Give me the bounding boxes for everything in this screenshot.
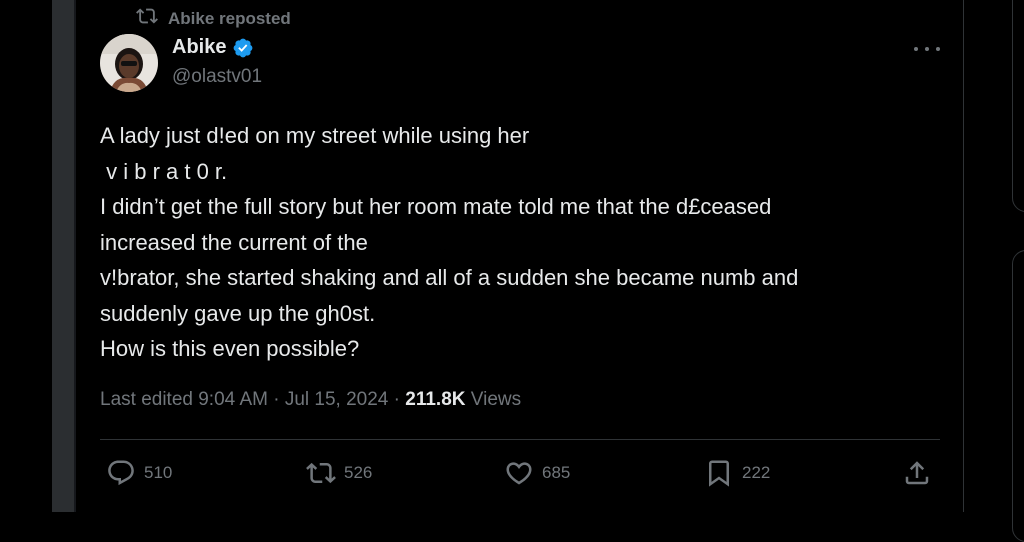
like-button[interactable]: 685 bbox=[504, 458, 570, 488]
action-bar: 510 526 685 222 bbox=[106, 458, 940, 496]
left-column-edge bbox=[74, 0, 76, 512]
bookmark-count: 222 bbox=[742, 463, 771, 482]
reply-button[interactable]: 510 bbox=[106, 458, 172, 488]
repost-button[interactable]: 526 bbox=[306, 458, 372, 488]
verified-badge-icon bbox=[232, 37, 254, 59]
author-handle[interactable]: @olastv01 bbox=[172, 66, 262, 88]
reply-count: 510 bbox=[144, 463, 173, 482]
tweet-line: I didn’t get the full story but her room… bbox=[100, 194, 772, 219]
tweet-line: v i b r a t 0 r. bbox=[100, 158, 228, 184]
share-button[interactable] bbox=[902, 458, 932, 488]
meta-separator: · bbox=[267, 389, 285, 410]
repost-context[interactable]: Abike reposted bbox=[136, 5, 291, 32]
views-label: Views bbox=[465, 389, 522, 410]
bookmark-icon bbox=[704, 458, 734, 488]
author-name-row[interactable]: Abike bbox=[172, 36, 254, 59]
repost-icon bbox=[136, 5, 158, 32]
meta-separator: · bbox=[388, 389, 406, 410]
edited-timestamp[interactable]: Last edited 9:04 AM bbox=[100, 389, 268, 411]
tweet-meta: Last edited 9:04 AM · Jul 15, 2024 · 211… bbox=[100, 389, 521, 411]
like-icon bbox=[504, 458, 534, 488]
tweet-line: increased the current of the bbox=[100, 229, 368, 255]
avatar[interactable] bbox=[100, 34, 158, 92]
repost-count: 526 bbox=[344, 463, 373, 482]
tweet-line: v!brator, she started shaking and all of… bbox=[100, 265, 799, 290]
tweet-line: suddenly gave up the gh0st. bbox=[100, 300, 376, 326]
left-scroll-track bbox=[52, 0, 74, 512]
tweet-text: A lady just d!ed on my street while usin… bbox=[100, 118, 940, 367]
tweet-line: A lady just d!ed on my street while usin… bbox=[100, 123, 530, 148]
reply-icon bbox=[106, 458, 136, 488]
more-icon[interactable] bbox=[914, 42, 940, 56]
tweet-date[interactable]: Jul 15, 2024 bbox=[285, 389, 389, 411]
views-count[interactable]: 211.8K bbox=[405, 389, 465, 411]
repost-icon bbox=[306, 458, 336, 488]
sidebar-card bbox=[1012, 0, 1024, 212]
tweet-line: How is this even possible? bbox=[100, 336, 360, 361]
like-count: 685 bbox=[542, 463, 571, 482]
column-border bbox=[963, 0, 964, 512]
bookmark-button[interactable]: 222 bbox=[704, 458, 770, 488]
author-name[interactable]: Abike bbox=[172, 36, 226, 59]
repost-text: Abike reposted bbox=[168, 8, 291, 28]
share-icon bbox=[902, 458, 932, 488]
sidebar-card bbox=[1012, 250, 1024, 542]
divider bbox=[100, 439, 940, 440]
